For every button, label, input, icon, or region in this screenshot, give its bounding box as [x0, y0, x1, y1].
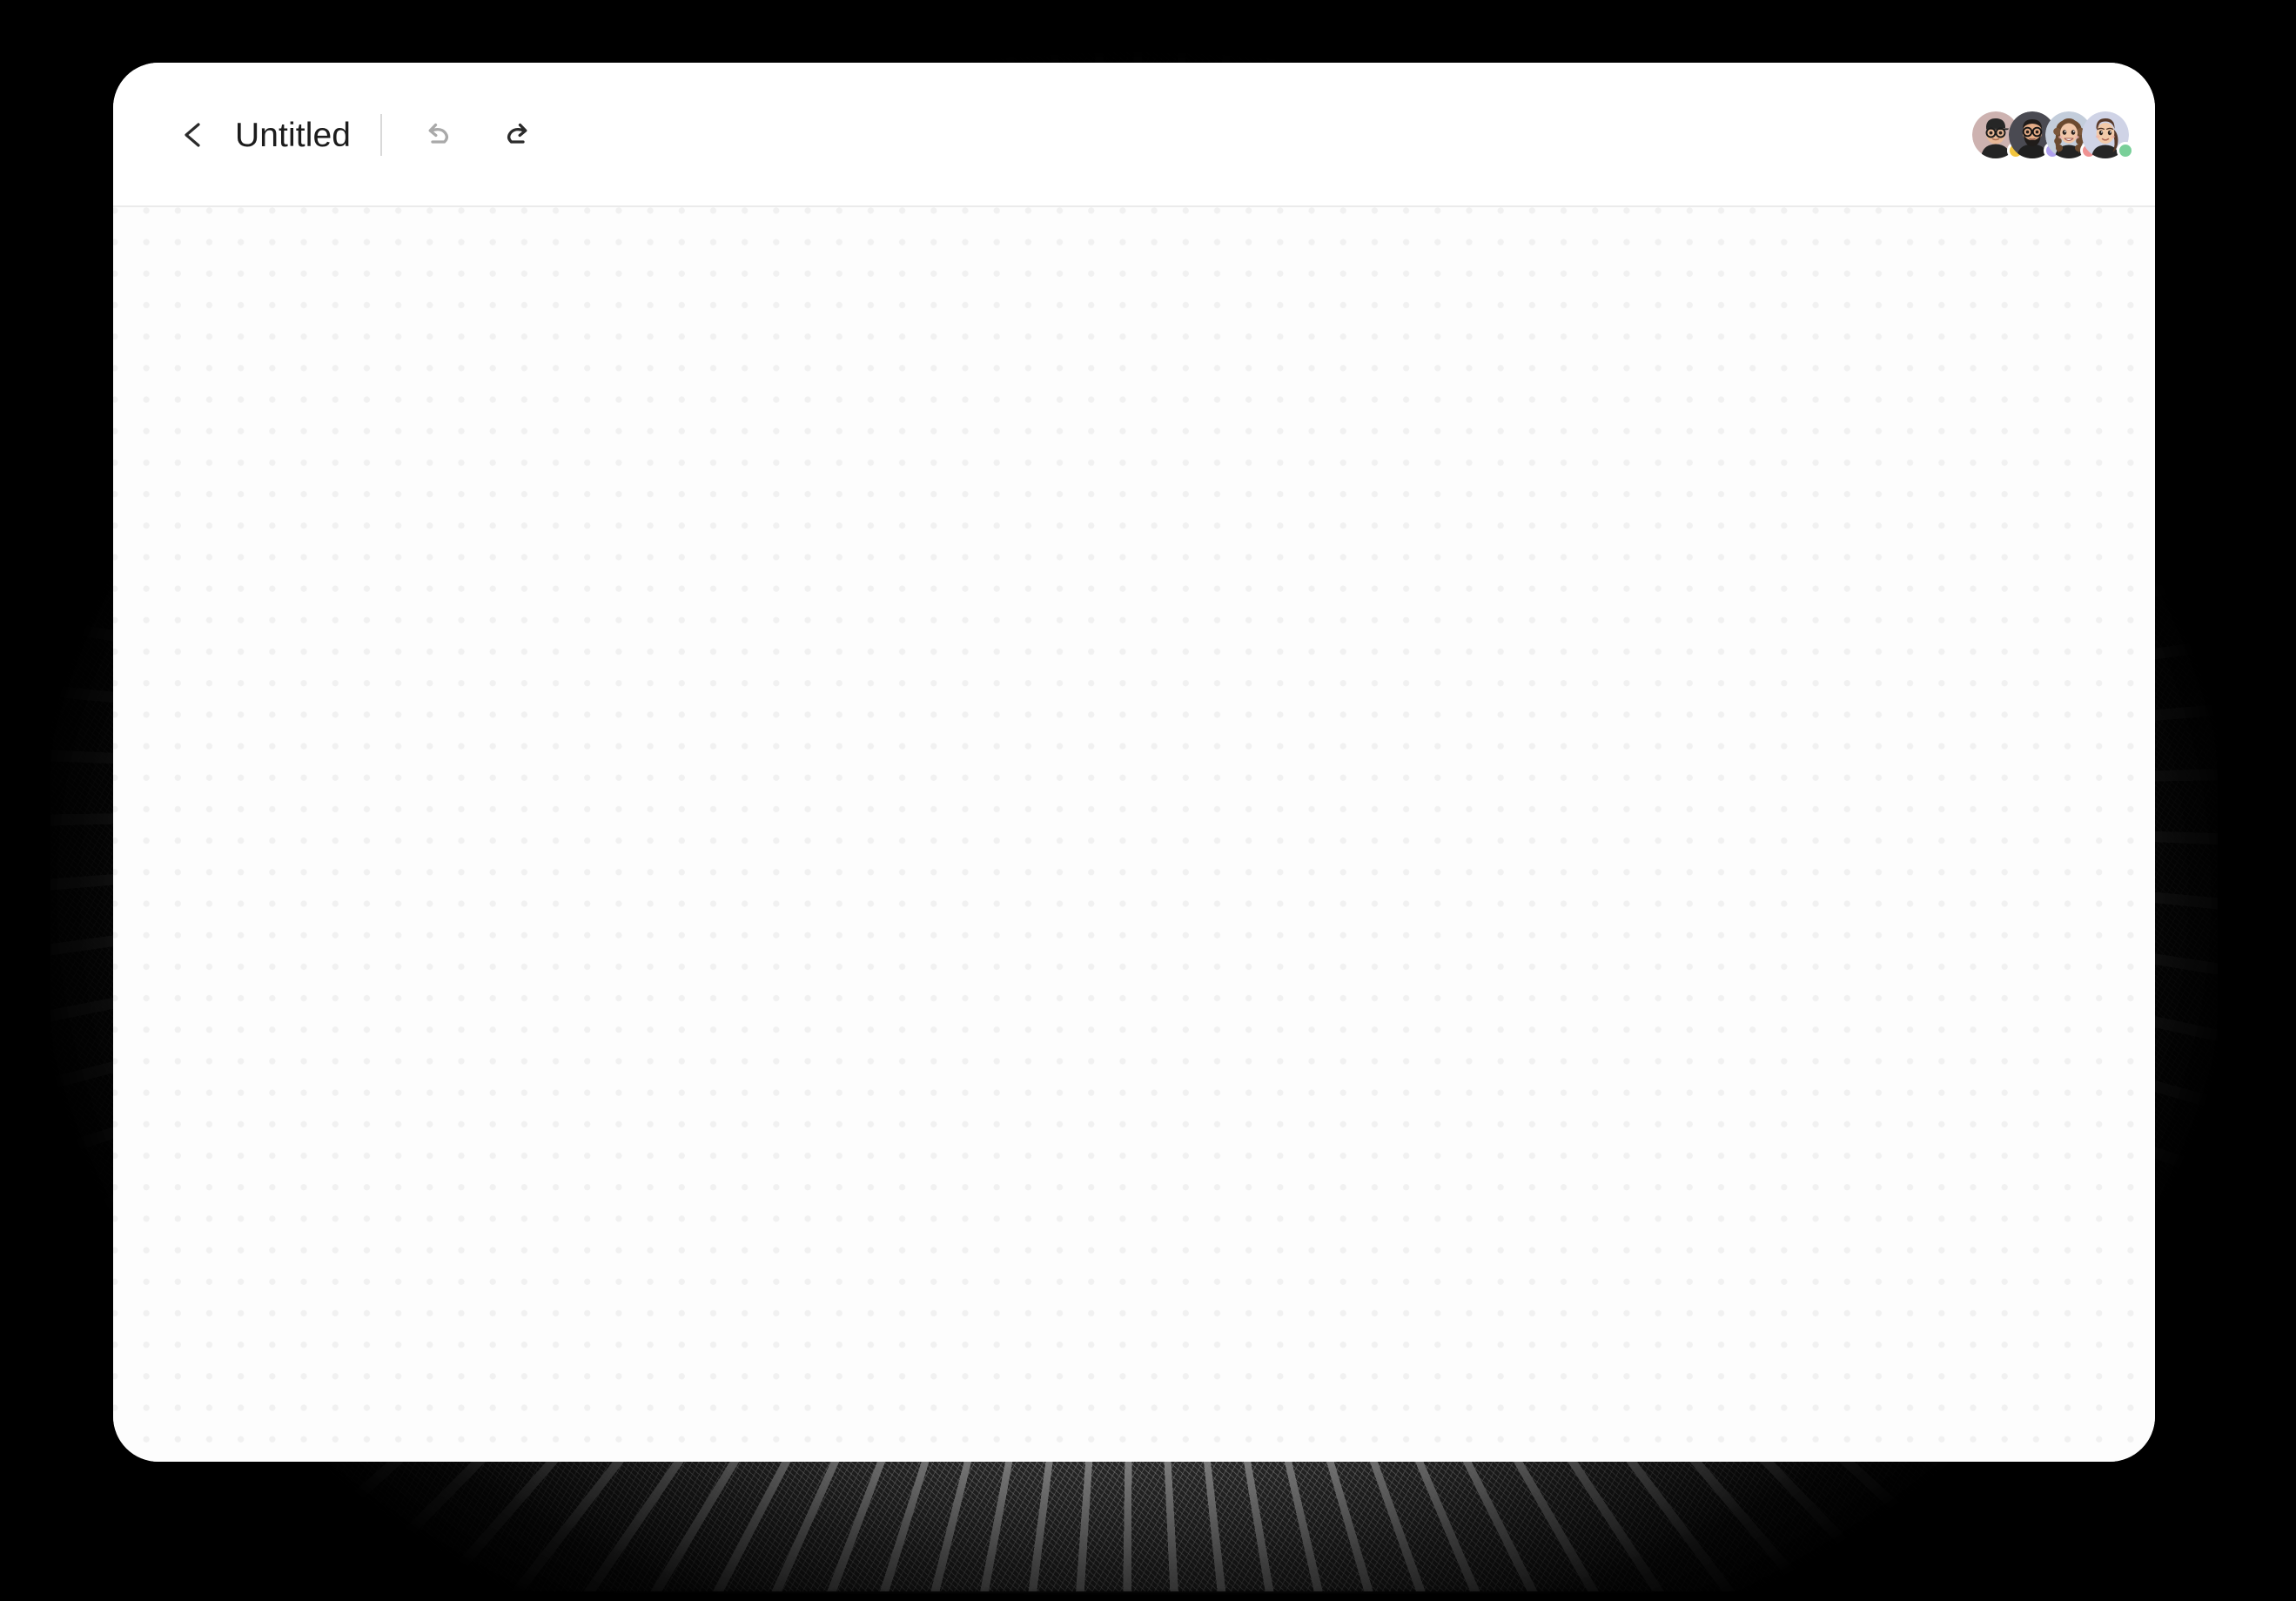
collaborator-avatar-4[interactable] [2082, 111, 2134, 159]
document-title[interactable]: Untitled [235, 118, 351, 152]
app-window: Untitled [113, 63, 2155, 1462]
redo-button[interactable] [490, 108, 544, 162]
collaborator-avatar-stack [1972, 63, 2134, 207]
undo-icon [428, 123, 449, 144]
header-divider [380, 114, 383, 156]
app-header: Untitled [113, 63, 2155, 207]
status-dot-online [2117, 142, 2134, 159]
redo-icon [507, 123, 527, 144]
undo-button[interactable] [412, 108, 466, 162]
whiteboard-canvas[interactable] [113, 207, 2155, 1462]
header-left-group: Untitled [169, 63, 544, 207]
chevron-left-icon [185, 123, 200, 147]
back-button[interactable] [169, 110, 219, 160]
